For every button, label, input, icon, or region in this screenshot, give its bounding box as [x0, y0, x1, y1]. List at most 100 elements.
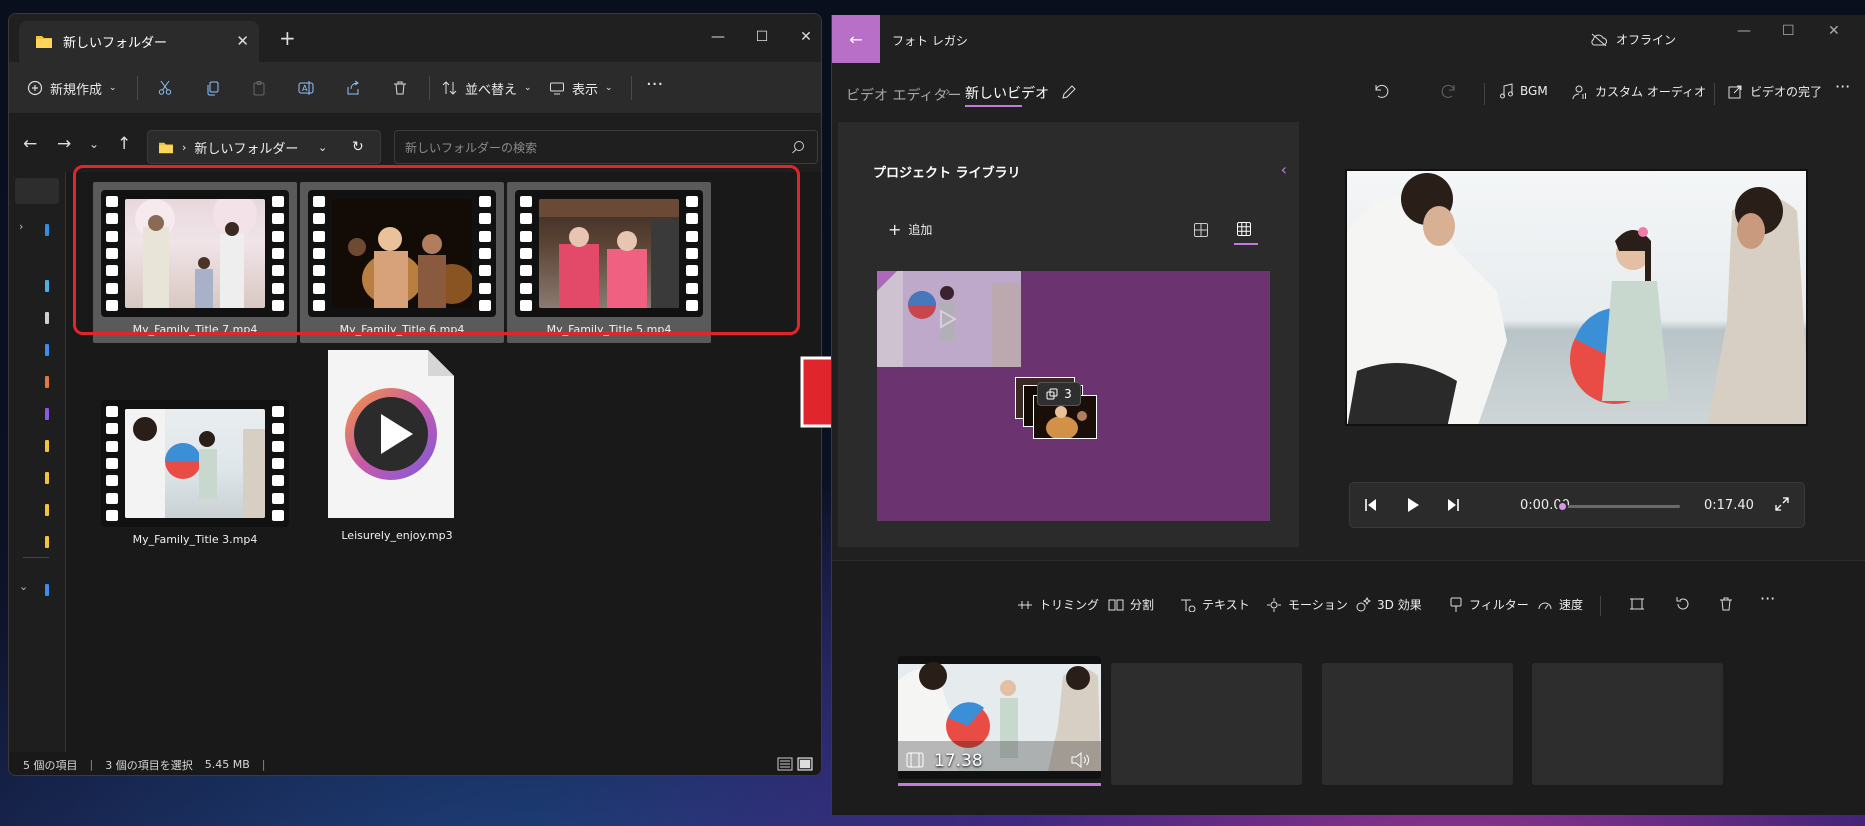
nav-item-icon[interactable] — [45, 440, 49, 452]
grid-small-icon[interactable] — [1236, 221, 1252, 237]
speed-label: 速度 — [1559, 598, 1584, 612]
nav-item-icon[interactable] — [45, 536, 49, 548]
library-clip[interactable] — [877, 271, 1021, 367]
volume-icon[interactable] — [1071, 752, 1091, 768]
cut-button[interactable] — [157, 74, 173, 102]
crop-icon[interactable] — [1629, 596, 1645, 612]
rename-button[interactable]: A — [298, 74, 315, 102]
nav-item-icon[interactable] — [45, 224, 49, 236]
maximize-icon[interactable]: ☐ — [1782, 23, 1795, 39]
address-box[interactable]: › 新しいフォルダー ⌄ ↻ — [147, 130, 381, 164]
trash-icon — [392, 80, 408, 96]
search-placeholder: 新しいフォルダーの検索 — [405, 140, 538, 155]
forward-arrow-icon[interactable]: → — [57, 134, 71, 154]
nav-item-icon[interactable] — [45, 376, 49, 388]
view-button[interactable]: 表示 ⌄ — [549, 74, 613, 102]
pencil-icon[interactable] — [1061, 84, 1077, 100]
copy-button[interactable] — [205, 74, 221, 102]
nav-item-selected[interactable] — [15, 178, 59, 204]
person-audio-icon — [1572, 84, 1588, 100]
chevron-down-icon[interactable]: ⌄ — [19, 580, 28, 593]
navigation-pane: › ⌄ — [9, 172, 66, 772]
custom-audio-button[interactable]: カスタム オーディオ — [1572, 83, 1706, 100]
more-options-icon[interactable]: ··· — [646, 70, 663, 98]
tiles-view-icon[interactable] — [797, 757, 813, 771]
media-drop-zone[interactable]: 3 — [877, 271, 1270, 521]
search-input[interactable]: 新しいフォルダーの検索 — [394, 130, 818, 164]
trim-button[interactable]: トリミング — [1017, 596, 1099, 613]
text-icon — [1180, 598, 1196, 612]
sort-icon — [442, 80, 458, 96]
add-media-button[interactable]: + 追加 — [888, 220, 932, 239]
fullscreen-icon[interactable] — [1774, 496, 1790, 512]
nav-item-icon[interactable] — [45, 344, 49, 356]
project-title[interactable]: 新しいビデオ — [965, 83, 1049, 103]
play-icon[interactable] — [1406, 497, 1420, 513]
rotate-icon[interactable] — [1675, 596, 1691, 612]
minimize-icon[interactable]: — — [695, 22, 741, 52]
refresh-icon[interactable]: ↻ — [352, 139, 364, 155]
more-options-icon[interactable]: ··· — [1760, 589, 1775, 608]
app-title: フォト レガシ — [892, 34, 968, 48]
minimize-icon[interactable]: — — [1737, 23, 1751, 39]
nav-item-icon[interactable] — [45, 584, 49, 596]
offline-status[interactable]: オフライン — [1590, 31, 1676, 48]
file-item[interactable]: My_Family_Title 3.mp4 — [83, 392, 289, 555]
address-bar-row: ← → ⌄ ↑ › 新しいフォルダー ⌄ ↻ 新しいフォルダーの検索 — [9, 114, 821, 172]
trash-icon[interactable] — [1718, 596, 1734, 612]
previous-frame-icon[interactable] — [1364, 497, 1378, 513]
chevron-right-icon[interactable]: › — [19, 220, 23, 233]
chevron-left-icon[interactable]: ‹ — [1281, 160, 1287, 179]
grid-large-icon[interactable] — [1193, 222, 1209, 238]
delete-button[interactable] — [392, 74, 408, 102]
filter-button[interactable]: フィルター — [1449, 596, 1529, 613]
drag-count: 3 — [1064, 387, 1072, 401]
paste-button[interactable] — [251, 74, 267, 102]
back-arrow-icon[interactable]: ← — [23, 134, 37, 154]
share-button[interactable] — [345, 74, 361, 102]
file-item[interactable]: Leisurely_enjoy.mp3 — [317, 350, 521, 570]
explorer-tab[interactable]: 新しいフォルダー ✕ — [19, 21, 259, 62]
up-arrow-icon[interactable]: ↑ — [117, 134, 131, 154]
motion-button[interactable]: モーション — [1266, 596, 1348, 613]
bgm-button[interactable]: BGM — [1499, 83, 1548, 99]
nav-item-icon[interactable] — [45, 280, 49, 292]
back-button[interactable]: ← — [832, 15, 880, 63]
chevron-down-icon[interactable]: ⌄ — [89, 137, 99, 151]
selected-clip-underline — [898, 783, 1101, 786]
maximize-icon[interactable]: ☐ — [739, 22, 785, 52]
add-label: 追加 — [908, 223, 933, 237]
file-name: My_Family_Title 3.mp4 — [132, 533, 258, 546]
sort-button[interactable]: 並べ替え ⌄ — [442, 74, 532, 102]
new-button[interactable]: 新規作成 ⌄ — [27, 74, 117, 102]
undo-icon[interactable] — [1372, 83, 1390, 99]
status-bar: 5 個の項目 | 3 個の項目を選択 5.45 MB | — [9, 752, 821, 775]
next-frame-icon[interactable] — [1446, 497, 1460, 513]
more-options-icon[interactable]: ··· — [1835, 77, 1850, 96]
nav-item-icon[interactable] — [45, 408, 49, 420]
redo-icon[interactable] — [1440, 83, 1458, 99]
close-tab-icon[interactable]: ✕ — [236, 32, 249, 50]
chevron-down-icon[interactable]: ⌄ — [318, 141, 327, 154]
seek-bar[interactable] — [1562, 505, 1680, 508]
seek-thumb[interactable] — [1557, 501, 1568, 512]
close-icon[interactable]: ✕ — [1828, 23, 1840, 39]
speed-icon — [1537, 598, 1553, 612]
nav-item-icon[interactable] — [45, 312, 49, 324]
3d-effects-button[interactable]: 3D 効果 — [1355, 596, 1422, 613]
nav-item-icon[interactable] — [45, 472, 49, 484]
new-tab-icon[interactable]: + — [279, 26, 296, 50]
finish-video-button[interactable]: ビデオの完了 — [1728, 83, 1822, 100]
storyboard-clip[interactable]: 17.38 — [898, 656, 1101, 779]
close-icon[interactable]: ✕ — [783, 22, 821, 52]
text-button[interactable]: テキスト — [1180, 596, 1250, 613]
speed-button[interactable]: 速度 — [1537, 596, 1583, 613]
breadcrumb: 新しいフォルダー — [194, 141, 299, 157]
empty-storyboard-slot[interactable] — [1111, 663, 1302, 785]
split-button[interactable]: 分割 — [1108, 596, 1154, 613]
empty-storyboard-slot[interactable] — [1532, 663, 1723, 785]
nav-item-icon[interactable] — [45, 504, 49, 516]
empty-storyboard-slot[interactable] — [1322, 663, 1513, 785]
share-icon — [345, 80, 361, 96]
details-view-icon[interactable] — [777, 757, 793, 771]
